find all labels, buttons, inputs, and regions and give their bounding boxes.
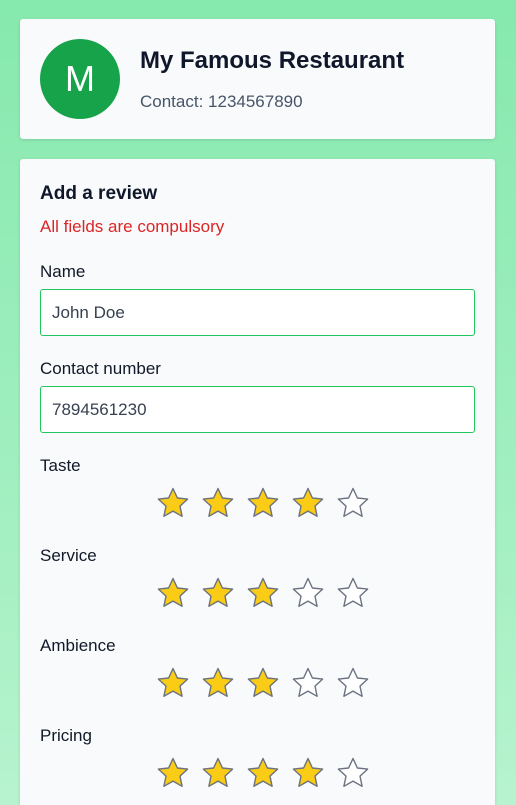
star-icon-filled[interactable] xyxy=(240,575,285,611)
star-icon-filled[interactable] xyxy=(195,755,240,791)
taste-label: Taste xyxy=(40,456,81,475)
review-form-card: Add a review All fields are compulsory N… xyxy=(20,159,495,805)
form-title: Add a review xyxy=(40,183,158,204)
star-icon-empty[interactable] xyxy=(285,575,330,611)
star-icon-filled[interactable] xyxy=(195,575,240,611)
restaurant-header-card: M My Famous Restaurant Contact: 12345678… xyxy=(20,19,495,139)
pricing-rating[interactable] xyxy=(150,755,375,791)
name-input[interactable] xyxy=(40,289,475,336)
ambience-rating[interactable] xyxy=(150,665,375,701)
service-label: Service xyxy=(40,546,97,565)
restaurant-contact: Contact: 1234567890 xyxy=(140,92,303,111)
star-icon-filled[interactable] xyxy=(285,485,330,521)
star-icon-empty[interactable] xyxy=(330,665,375,701)
pricing-label: Pricing xyxy=(40,726,92,745)
star-icon-filled[interactable] xyxy=(150,575,195,611)
star-icon-empty[interactable] xyxy=(330,485,375,521)
restaurant-name: My Famous Restaurant xyxy=(140,47,405,74)
required-fields-note: All fields are compulsory xyxy=(40,217,225,236)
star-icon-filled[interactable] xyxy=(240,665,285,701)
contact-number-input[interactable] xyxy=(40,386,475,433)
name-label: Name xyxy=(40,262,86,281)
star-icon-empty[interactable] xyxy=(330,575,375,611)
star-icon-filled[interactable] xyxy=(240,755,285,791)
star-icon-filled[interactable] xyxy=(195,485,240,521)
star-icon-filled[interactable] xyxy=(195,665,240,701)
ambience-label: Ambience xyxy=(40,636,116,655)
star-icon-filled[interactable] xyxy=(240,485,285,521)
service-rating[interactable] xyxy=(150,575,375,611)
avatar: M xyxy=(40,39,120,119)
star-icon-empty[interactable] xyxy=(285,665,330,701)
star-icon-filled[interactable] xyxy=(150,665,195,701)
star-icon-empty[interactable] xyxy=(330,755,375,791)
contact-number-label: Contact number xyxy=(40,359,161,378)
taste-rating[interactable] xyxy=(150,485,375,521)
star-icon-filled[interactable] xyxy=(150,485,195,521)
star-icon-filled[interactable] xyxy=(285,755,330,791)
star-icon-filled[interactable] xyxy=(150,755,195,791)
